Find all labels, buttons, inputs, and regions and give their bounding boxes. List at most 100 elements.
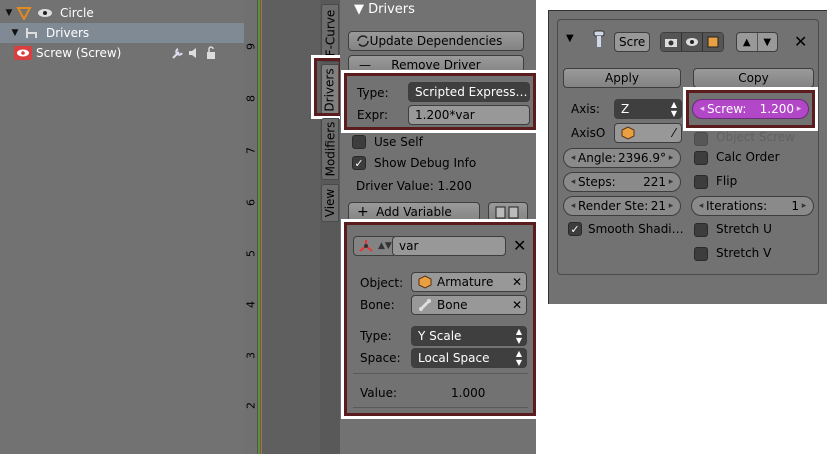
transform-type-dropdown[interactable]: Y Scale ▲ ▼ [411, 326, 527, 346]
driver-curve[interactable] [258, 0, 260, 454]
driver-type-label: Type: [357, 86, 389, 100]
move-buttons: ▲ ▼ [736, 32, 778, 52]
increment-arrow-icon[interactable]: ▸ [799, 201, 809, 211]
editmode-toggle[interactable] [702, 33, 723, 51]
sidebar-tabs: F-Curve Drivers Modifiers View [311, 0, 345, 454]
object-label: Object: [360, 276, 404, 290]
remove-variable-icon[interactable]: ✕ [513, 236, 526, 255]
stretch-v-label: Stretch V [716, 246, 772, 260]
smooth-shading-checkbox[interactable]: ✓ [568, 222, 582, 236]
increment-arrow-icon[interactable]: ▸ [666, 153, 676, 163]
tab-label: Modifiers [323, 121, 337, 177]
update-dependencies-button[interactable]: Update Dependencies [348, 31, 524, 51]
decrement-arrow-icon[interactable]: ◂ [568, 177, 578, 187]
decrement-arrow-icon[interactable]: ◂ [568, 153, 578, 163]
driver-expression-value: 1.200*var [415, 108, 475, 122]
tab-modifiers[interactable]: Modifiers [321, 118, 339, 180]
apply-button[interactable]: Apply [563, 68, 681, 88]
wrench-icon[interactable] [170, 46, 184, 60]
outliner-row-drivers[interactable]: ▼ Drivers [0, 23, 244, 43]
screw-modifier-panel: ▼ Scre ▲ ▼ ✕ Apply Copy Axis: Z ▲ ▼ AxisO… [557, 19, 819, 275]
tab-f-curve[interactable]: F-Curve [321, 4, 339, 62]
angle-label: Angle: [578, 151, 617, 165]
iterations-field[interactable]: ◂ Iterations: 1 ▸ [691, 196, 814, 216]
copy-paste-variables-button[interactable] [488, 202, 528, 222]
remove-driver-button[interactable]: — Remove Driver [348, 55, 524, 75]
decrement-arrow-icon[interactable]: ◂ [568, 201, 578, 211]
steps-field[interactable]: ◂ Steps: 221 ▸ [563, 172, 681, 192]
dropdown-arrows-icon: ▲▼ [515, 327, 522, 345]
eyedropper-icon[interactable]: ⁄ [673, 126, 675, 140]
clear-bone-icon[interactable]: ✕ [512, 298, 522, 312]
show-debug-label: Show Debug Info [374, 156, 477, 170]
lock-icon[interactable] [204, 46, 218, 60]
increment-arrow-icon[interactable]: ▸ [794, 104, 804, 114]
transform-type-label: Type: [360, 329, 392, 343]
flip-label: Flip [716, 174, 738, 188]
update-dependencies-label: Update Dependencies [369, 34, 503, 48]
graph-editor[interactable]: 9 8 7 6 5 4 3 2 [244, 0, 320, 454]
driver-type-highlight: Type: Scripted Express… Expr: 1.200*var [341, 70, 539, 133]
screw-value-field[interactable]: ◂ Screw: 1.200 ▸ [692, 99, 809, 119]
driver-type-dropdown[interactable]: Scripted Express… [408, 82, 530, 102]
drivers-panel-header[interactable]: ▼ Drivers [354, 2, 415, 17]
add-variable-button[interactable]: + Add Variable [348, 202, 480, 222]
modifier-eye-icon[interactable] [14, 46, 32, 60]
drivers-header-label: Drivers [368, 2, 415, 17]
stretch-v-checkbox[interactable] [694, 247, 708, 261]
eye-icon[interactable] [36, 7, 54, 19]
tab-view[interactable]: View [321, 184, 339, 222]
transform-space-dropdown[interactable]: Local Space ▲ ▼ [411, 348, 527, 368]
armature-icon [16, 7, 32, 20]
axis-object-field[interactable]: ⁄ [614, 123, 682, 143]
decrement-arrow-icon[interactable]: ◂ [696, 201, 706, 211]
calc-order-checkbox[interactable] [694, 151, 708, 165]
outliner-row-circle[interactable]: ▼ Circle [4, 3, 94, 23]
drivers-tab-highlight [311, 55, 345, 119]
move-down-icon[interactable]: ▼ [756, 33, 778, 51]
decrement-arrow-icon[interactable]: ◂ [697, 104, 707, 114]
use-self-checkbox[interactable] [352, 135, 366, 149]
ruler-tick: 8 [244, 95, 258, 102]
bone-field[interactable]: Bone ✕ [411, 295, 527, 315]
clear-object-icon[interactable]: ✕ [512, 275, 522, 289]
screw-value: 1.200 [759, 102, 794, 116]
object-value: Armature [437, 275, 494, 289]
angle-field[interactable]: ◂ Angle: 2396.9° ▸ [563, 148, 681, 168]
expand-triangle-icon[interactable]: ▼ [10, 28, 20, 38]
ruler-tick: 2 [244, 402, 258, 409]
outliner-label-circle: Circle [60, 6, 94, 20]
axis-value: Z [621, 102, 630, 116]
render-toggle[interactable] [661, 33, 681, 51]
increment-arrow-icon[interactable]: ▸ [666, 201, 676, 211]
collapse-triangle-icon[interactable]: ▼ [566, 33, 574, 44]
driver-expression-input[interactable]: 1.200*var [408, 105, 530, 125]
remove-driver-label: Remove Driver [391, 58, 481, 72]
variable-type-dropdown[interactable]: ▲▼ [353, 236, 397, 256]
angle-value: 2396.9° [618, 151, 666, 165]
speaker-icon[interactable] [187, 46, 201, 60]
expand-triangle-icon[interactable]: ▼ [4, 8, 14, 18]
object-screw-checkbox[interactable] [694, 132, 708, 146]
axis-dropdown[interactable]: Z ▲ ▼ [614, 99, 682, 119]
flip-checkbox[interactable] [694, 175, 708, 189]
object-field[interactable]: Armature ✕ [411, 272, 527, 292]
variable-name-input[interactable]: var [392, 236, 506, 256]
outliner-row-screw[interactable]: Screw (Screw) [0, 43, 244, 63]
copy-button[interactable]: Copy [693, 68, 814, 88]
stretch-u-checkbox[interactable] [694, 223, 708, 237]
move-up-icon[interactable]: ▲ [737, 33, 757, 51]
ruler-tick: 4 [244, 301, 258, 308]
collapse-triangle-icon[interactable]: ▼ [354, 2, 368, 17]
dropdown-arrows-icon: ▲▼ [378, 241, 392, 251]
increment-arrow-icon[interactable]: ▸ [666, 177, 676, 187]
eye-icon [686, 38, 698, 46]
viewport-toggle[interactable] [681, 33, 702, 51]
render-steps-field[interactable]: ◂ Render Ste: 21 ▸ [563, 196, 681, 216]
remove-modifier-icon[interactable]: ✕ [794, 32, 807, 51]
object-cube-icon [621, 126, 635, 140]
modifier-name-input[interactable]: Scre [614, 32, 650, 52]
show-debug-checkbox[interactable]: ✓ [352, 156, 366, 170]
screw-field-highlight: ◂ Screw: 1.200 ▸ [683, 87, 818, 131]
variable-value-label: Value: [360, 386, 397, 400]
